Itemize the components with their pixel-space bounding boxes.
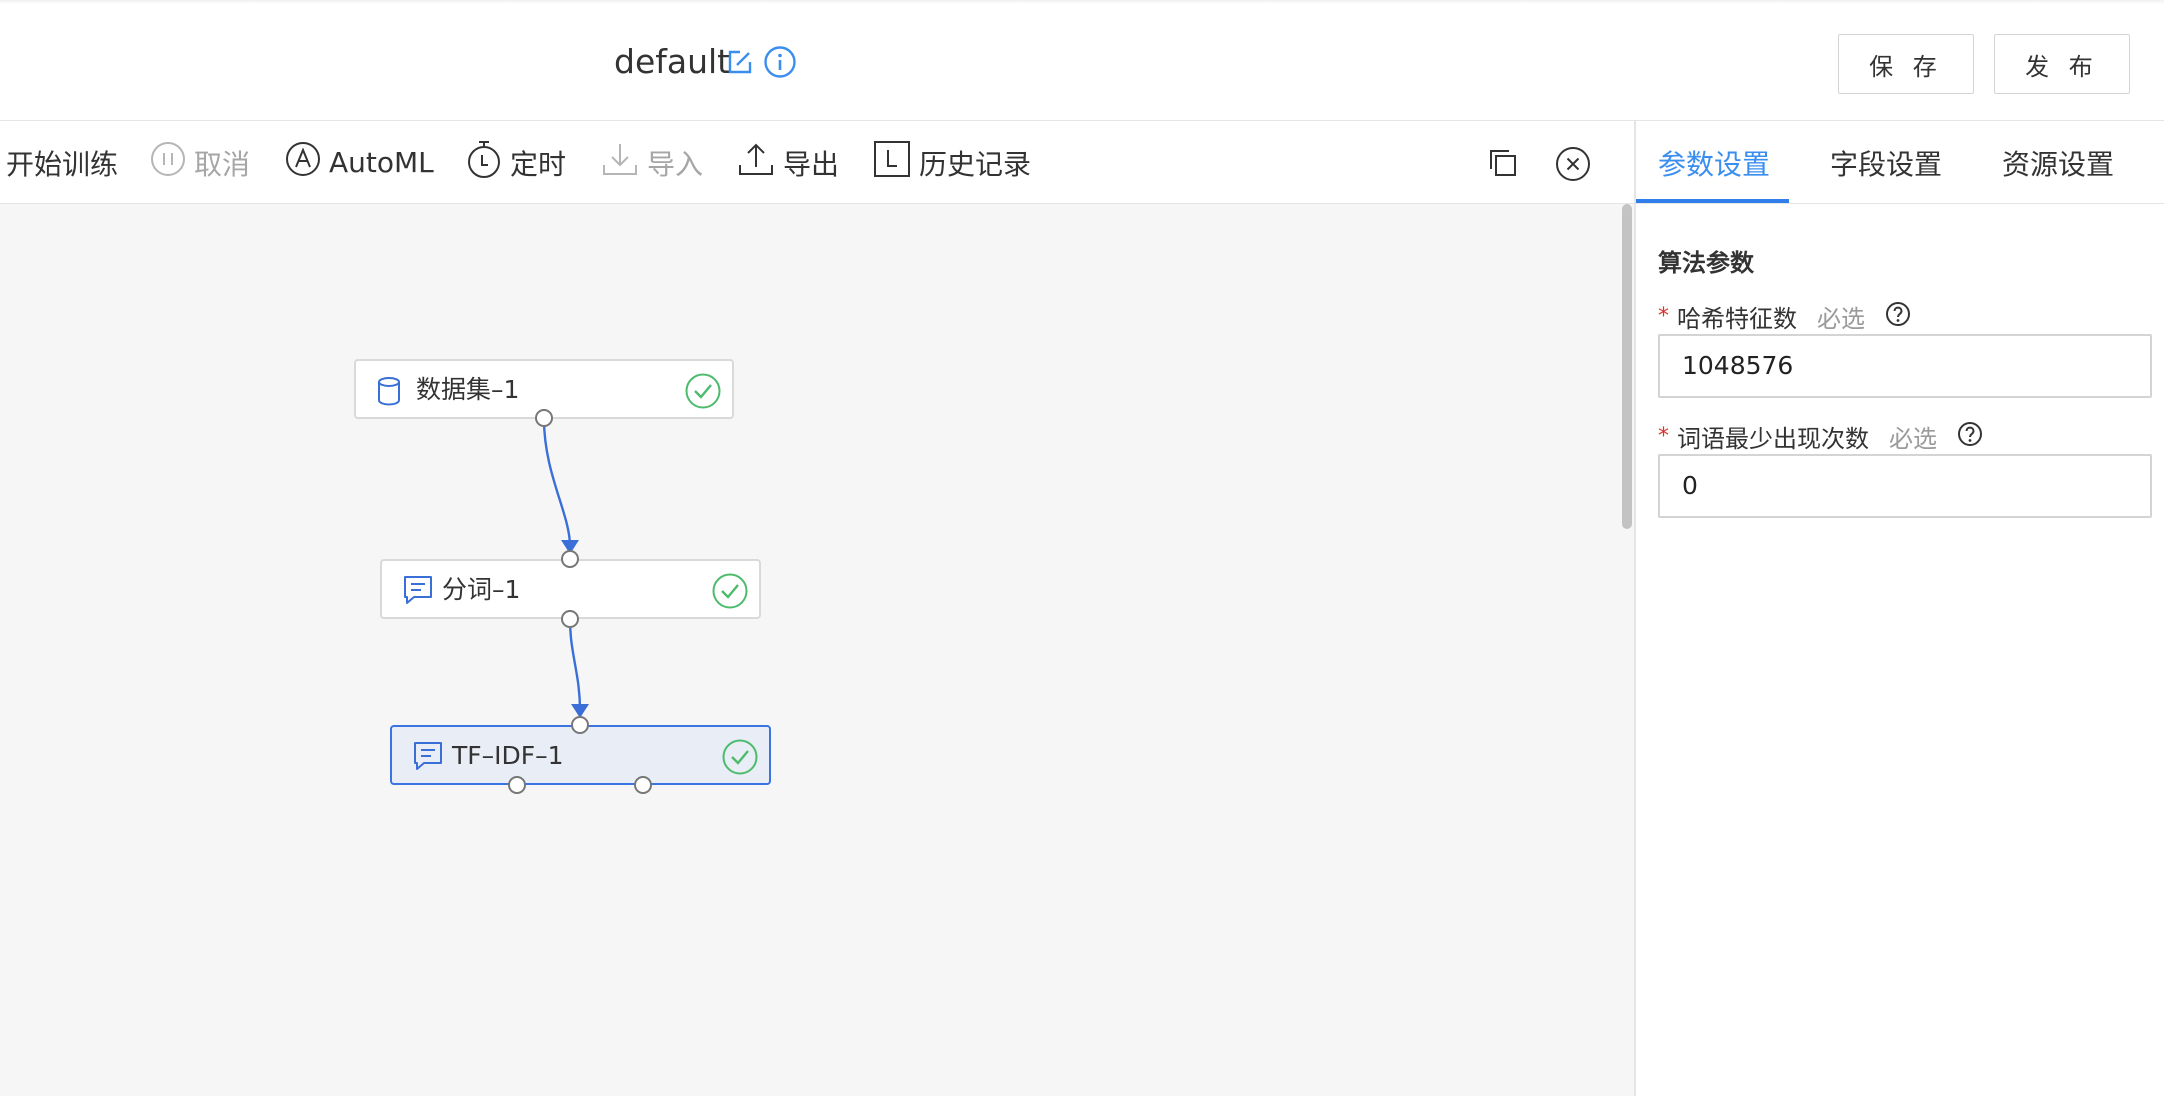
output-port[interactable] bbox=[508, 776, 526, 794]
node-label: TF–IDF–1 bbox=[452, 741, 564, 770]
input-port[interactable] bbox=[571, 716, 589, 734]
cancel-button[interactable]: 取消 bbox=[150, 121, 250, 204]
copy-icon[interactable] bbox=[1488, 148, 1518, 182]
success-check-icon bbox=[721, 738, 759, 780]
save-button[interactable]: 保 存 bbox=[1838, 34, 1974, 94]
field-label-min-word-count: * 词语最少出现次数 必选 bbox=[1658, 419, 1983, 454]
schedule-label: 定时 bbox=[510, 147, 567, 181]
header-bar: default 保 存 发 布 bbox=[0, 0, 2164, 121]
success-check-icon bbox=[684, 372, 722, 414]
edge-layer bbox=[542, 418, 589, 718]
section-title: 算法参数 bbox=[1658, 249, 1754, 277]
info-icon[interactable] bbox=[763, 45, 797, 83]
header-shadow bbox=[0, 0, 2164, 4]
automl-label: AutoML bbox=[329, 146, 434, 179]
pause-icon bbox=[150, 141, 194, 184]
node-tfidf[interactable]: TF–IDF–1 bbox=[390, 725, 771, 785]
settings-tabs: 参数设置 字段设置 资源设置 bbox=[1636, 121, 2164, 204]
active-tab-indicator bbox=[1636, 199, 1789, 203]
output-port[interactable] bbox=[561, 610, 579, 628]
field-label-text: 词语最少出现次数 bbox=[1677, 425, 1869, 453]
automl-button[interactable]: AutoML bbox=[285, 121, 434, 204]
canvas-scrollbar[interactable] bbox=[1621, 204, 1633, 1096]
tab-resource-settings[interactable]: 资源设置 bbox=[2002, 121, 2114, 204]
node-label: 分词–1 bbox=[442, 575, 521, 604]
workflow-canvas[interactable]: 数据集–1 分词–1 TF–IDF–1 bbox=[0, 204, 1634, 1096]
tab-parameter-settings[interactable]: 参数设置 bbox=[1658, 121, 1770, 204]
field-label-text: 哈希特征数 bbox=[1677, 305, 1797, 333]
cancel-label: 取消 bbox=[194, 147, 251, 181]
import-icon bbox=[601, 141, 647, 184]
edge-dataset-to-tokenize bbox=[542, 418, 572, 547]
history-icon bbox=[873, 140, 919, 185]
min-word-count-input[interactable]: 0 bbox=[1658, 454, 2152, 518]
start-training-label: 开始训练 bbox=[6, 147, 119, 181]
help-icon[interactable] bbox=[1885, 301, 1911, 333]
timer-icon bbox=[466, 139, 510, 186]
export-label: 导出 bbox=[783, 147, 840, 181]
history-button[interactable]: 历史记录 bbox=[873, 121, 1031, 204]
schedule-button[interactable]: 定时 bbox=[466, 121, 566, 204]
node-label: 数据集–1 bbox=[416, 375, 520, 404]
hash-features-input[interactable]: 1048576 bbox=[1658, 334, 2152, 398]
required-mark: * bbox=[1658, 424, 1669, 449]
field-label-hash-features: * 哈希特征数 必选 bbox=[1658, 299, 1911, 334]
history-label: 历史记录 bbox=[919, 147, 1032, 181]
export-icon bbox=[737, 141, 783, 184]
settings-panel: 参数设置 字段设置 资源设置 算法参数 * 哈希特征数 必选 1048576 *… bbox=[1634, 121, 2164, 1096]
start-training-button[interactable]: 开始训练 bbox=[6, 121, 118, 204]
field-hint: 必选 bbox=[1889, 425, 1937, 453]
database-icon bbox=[376, 376, 402, 410]
text-component-icon bbox=[412, 740, 444, 776]
page-title: default bbox=[614, 42, 731, 81]
input-port[interactable] bbox=[561, 550, 579, 568]
import-button[interactable]: 导入 bbox=[601, 121, 703, 204]
import-label: 导入 bbox=[647, 147, 704, 181]
required-mark: * bbox=[1658, 304, 1669, 329]
close-icon[interactable] bbox=[1555, 146, 1591, 186]
tab-field-settings[interactable]: 字段设置 bbox=[1830, 121, 1942, 204]
publish-button[interactable]: 发 布 bbox=[1994, 34, 2130, 94]
output-port[interactable] bbox=[535, 409, 553, 427]
toolbar: 开始训练 取消 AutoML 定时 导入 导出 历史记录 bbox=[0, 121, 1634, 204]
field-hint: 必选 bbox=[1817, 305, 1865, 333]
scrollbar-thumb[interactable] bbox=[1622, 204, 1632, 529]
success-check-icon bbox=[711, 572, 749, 614]
automl-icon bbox=[285, 141, 329, 184]
text-component-icon bbox=[402, 574, 434, 610]
edge-tokenize-to-tfidf bbox=[568, 618, 582, 711]
output-port[interactable] bbox=[634, 776, 652, 794]
edit-icon[interactable] bbox=[726, 48, 754, 80]
export-button[interactable]: 导出 bbox=[737, 121, 839, 204]
help-icon[interactable] bbox=[1957, 421, 1983, 453]
